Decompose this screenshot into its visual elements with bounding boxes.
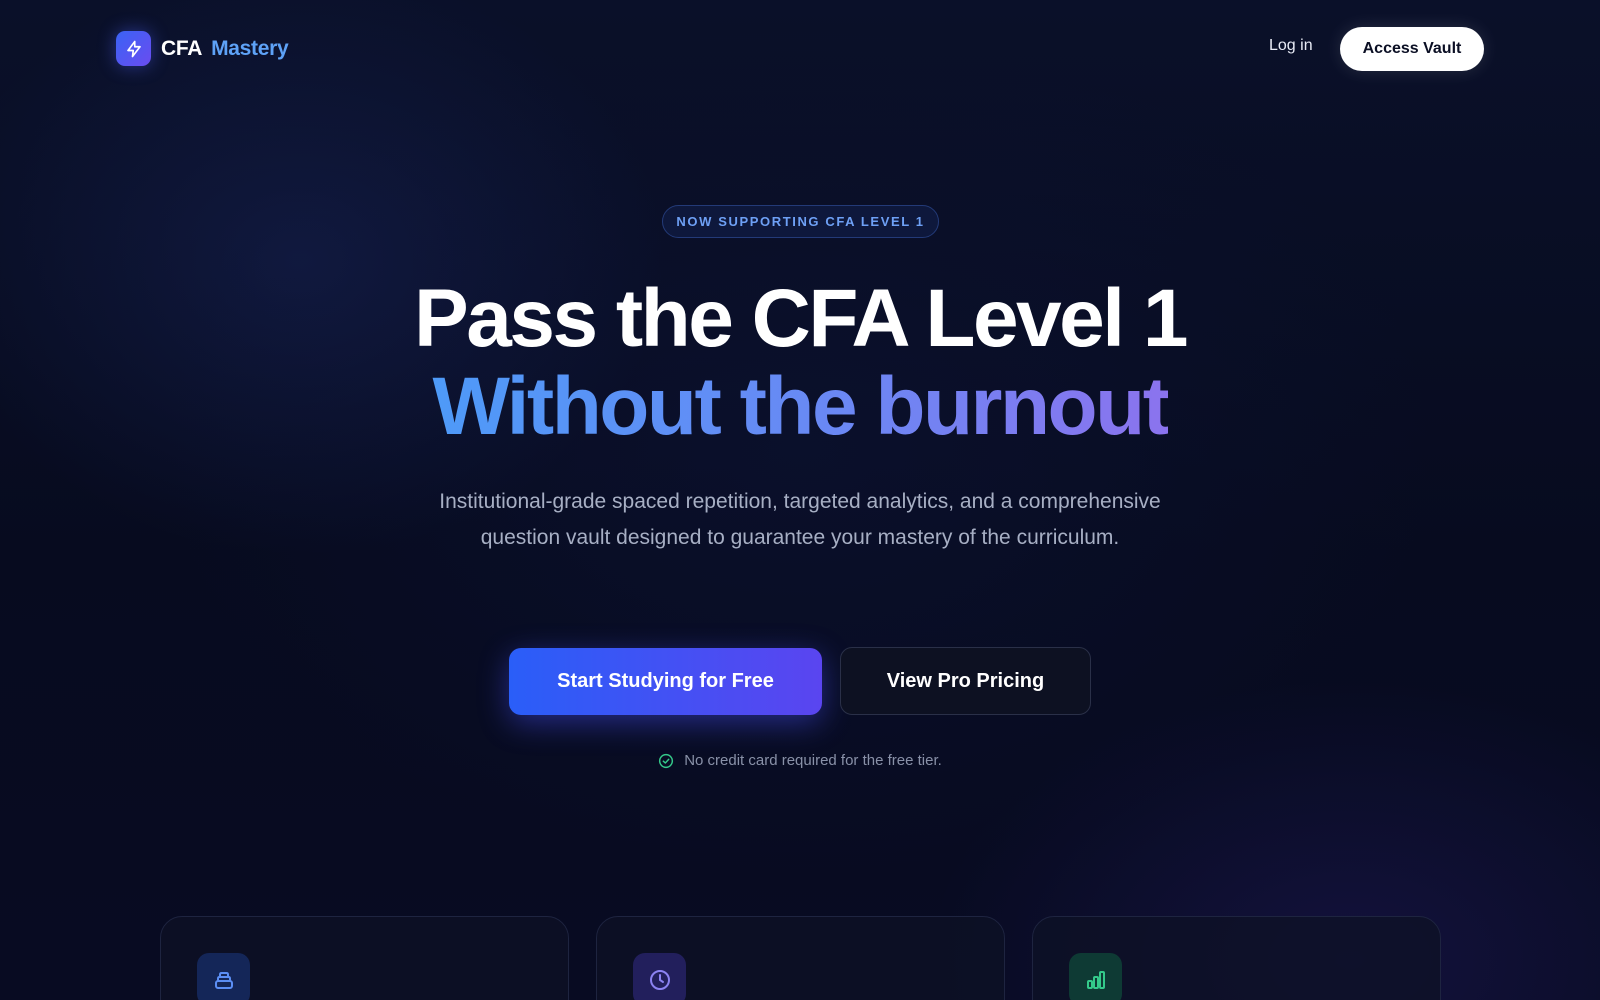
announcement-badge: NOW SUPPORTING CFA LEVEL 1	[662, 205, 939, 238]
top-nav: CFA Mastery Log in Access Vault	[0, 0, 1600, 98]
feature-card-analytics[interactable]	[1032, 916, 1441, 1000]
brand-name-part2: Mastery	[211, 36, 289, 60]
hero-title-gradient-text: Without the burnout	[432, 361, 1170, 452]
landing-page: CFA Mastery Log in Access Vault NOW SUPPO…	[0, 0, 1600, 1000]
hero-title-line1: Pass the CFA Level 1	[414, 273, 1188, 364]
lightning-bolt-icon	[116, 31, 151, 66]
hero-subtitle: Institutional-grade spaced repetition, t…	[439, 490, 1161, 549]
access-vault-button[interactable]: Access Vault	[1340, 27, 1484, 71]
brand-name-part1: CFA	[161, 36, 203, 60]
feature-card-spaced-repetition[interactable]	[596, 916, 1005, 1000]
login-link[interactable]: Log in	[1269, 37, 1313, 55]
brand-logo-link[interactable]: CFA Mastery	[116, 31, 289, 66]
check-circle-icon	[658, 753, 674, 769]
bar-chart-icon	[1069, 953, 1122, 1000]
hero-title-line2: Without the burnout	[0, 366, 1600, 448]
feature-card-question-vault[interactable]	[160, 916, 569, 1000]
clock-icon	[633, 953, 686, 1000]
free-tier-note: No credit card required for the free tie…	[0, 752, 1600, 769]
start-studying-button[interactable]: Start Studying for Free	[509, 648, 822, 715]
brand-name: CFA Mastery	[161, 36, 289, 61]
stack-icon	[197, 953, 250, 1000]
free-tier-note-text: No credit card required for the free tie…	[684, 752, 942, 769]
view-pricing-button[interactable]: View Pro Pricing	[840, 647, 1091, 715]
